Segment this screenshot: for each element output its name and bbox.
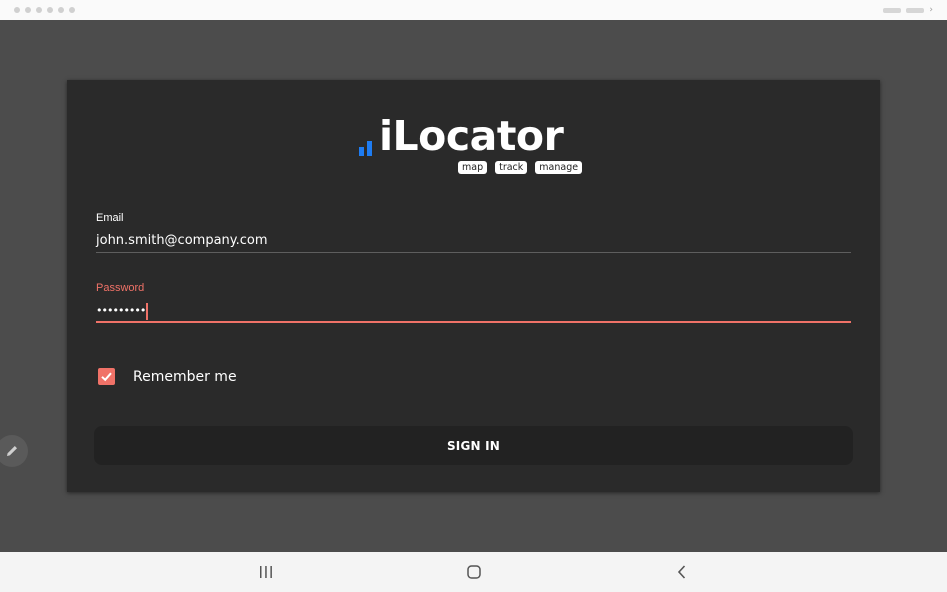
checkmark-icon — [101, 372, 112, 382]
email-field[interactable]: Email john.smith@company.com — [96, 212, 851, 253]
status-caret-icon: › — [929, 5, 933, 15]
password-label: Password — [96, 282, 145, 294]
remember-me[interactable]: Remember me — [98, 368, 237, 385]
logo-tags: map track manage — [458, 161, 583, 174]
status-bar: › — [0, 0, 947, 20]
recent-apps-icon — [260, 566, 272, 578]
status-icons-right: › — [883, 5, 933, 15]
email-input[interactable]: john.smith@company.com — [96, 233, 851, 249]
app-name: iLocator — [379, 112, 564, 160]
remember-checkbox[interactable] — [98, 368, 115, 385]
back-icon — [677, 565, 686, 579]
home-icon — [467, 565, 481, 579]
logo-tag: map — [458, 161, 488, 174]
email-label: Email — [96, 212, 124, 224]
sign-in-label: SIGN IN — [446, 438, 501, 453]
remember-label: Remember me — [133, 368, 237, 385]
password-input[interactable]: ••••••••• — [96, 302, 851, 320]
login-card: iLocator map track manage Email john.smi… — [67, 80, 880, 492]
password-field[interactable]: Password ••••••••• — [96, 282, 851, 323]
email-underline — [96, 252, 851, 253]
pencil-icon — [7, 446, 17, 456]
text-cursor — [146, 302, 149, 320]
password-underline — [96, 321, 851, 323]
password-masked-text: ••••••••• — [96, 304, 146, 317]
sign-in-button[interactable]: SIGN IN — [94, 426, 853, 465]
navigation-bar — [0, 552, 947, 592]
home-button[interactable] — [462, 562, 486, 582]
logo-tag: manage — [535, 161, 583, 174]
signal-bars-icon — [359, 136, 381, 156]
recent-apps-button[interactable] — [254, 562, 278, 582]
back-button[interactable] — [670, 562, 694, 582]
app-logo: iLocator map track manage — [359, 112, 589, 178]
status-icons-left — [14, 7, 75, 13]
logo-tag: track — [495, 161, 528, 174]
